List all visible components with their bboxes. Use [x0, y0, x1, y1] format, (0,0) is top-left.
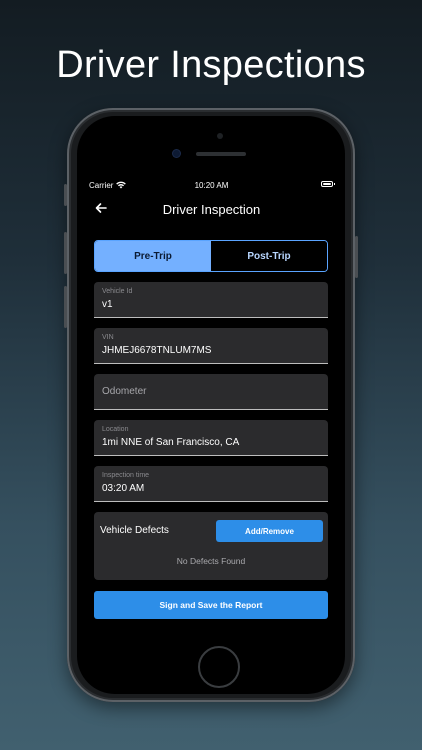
front-camera — [173, 150, 180, 157]
tab-post-trip[interactable]: Post-Trip — [211, 241, 327, 271]
trip-segmented-control: Pre-Trip Post-Trip — [94, 240, 328, 272]
nav-bar: Driver Inspection — [86, 198, 337, 220]
power-button — [355, 236, 358, 278]
odometer-field[interactable]: Odometer — [94, 374, 328, 410]
battery-icon — [321, 181, 335, 187]
no-defects-text: No Defects Found — [176, 556, 246, 566]
add-remove-defects-button[interactable]: Add/Remove — [216, 520, 323, 542]
vehicle-id-value[interactable]: v1 — [102, 299, 322, 310]
earpiece-speaker — [196, 152, 246, 156]
location-field[interactable]: Location 1mi NNE of San Francisco, CA — [94, 420, 328, 456]
app-screen: Carrier 10:20 AM Driver Inspection Pre-T… — [86, 175, 337, 628]
page-title: Driver Inspection — [162, 202, 261, 217]
vin-field[interactable]: VIN JHMEJ6678TNLUM7MS — [94, 328, 328, 364]
tab-pre-trip[interactable]: Pre-Trip — [95, 241, 211, 271]
headline: Driver Inspections — [56, 44, 366, 86]
status-time: 10:20 AM — [194, 181, 229, 190]
volume-down-button — [64, 286, 67, 328]
inspection-time-label: Inspection time — [102, 472, 150, 479]
sign-and-save-button[interactable]: Sign and Save the Report — [94, 591, 328, 619]
volume-up-button — [64, 232, 67, 274]
inspection-time-value[interactable]: 03:20 AM — [102, 483, 322, 494]
vehicle-defects-title: Vehicle Defects — [100, 525, 169, 536]
status-bar: Carrier 10:20 AM — [86, 180, 337, 194]
location-value[interactable]: 1mi NNE of San Francisco, CA — [102, 437, 322, 448]
sensor-dot — [217, 133, 223, 139]
home-button[interactable] — [198, 646, 240, 688]
vehicle-id-label: Vehicle Id — [102, 288, 133, 295]
vehicle-defects-card: Vehicle Defects Add/Remove No Defects Fo… — [94, 512, 328, 580]
inspection-time-field[interactable]: Inspection time 03:20 AM — [94, 466, 328, 502]
location-label: Location — [102, 426, 129, 433]
vehicle-id-field[interactable]: Vehicle Id v1 — [94, 282, 328, 318]
silent-switch — [64, 184, 67, 206]
vin-label: VIN — [102, 334, 114, 341]
odometer-placeholder[interactable]: Odometer — [102, 386, 146, 397]
vin-value[interactable]: JHMEJ6678TNLUM7MS — [102, 345, 322, 356]
